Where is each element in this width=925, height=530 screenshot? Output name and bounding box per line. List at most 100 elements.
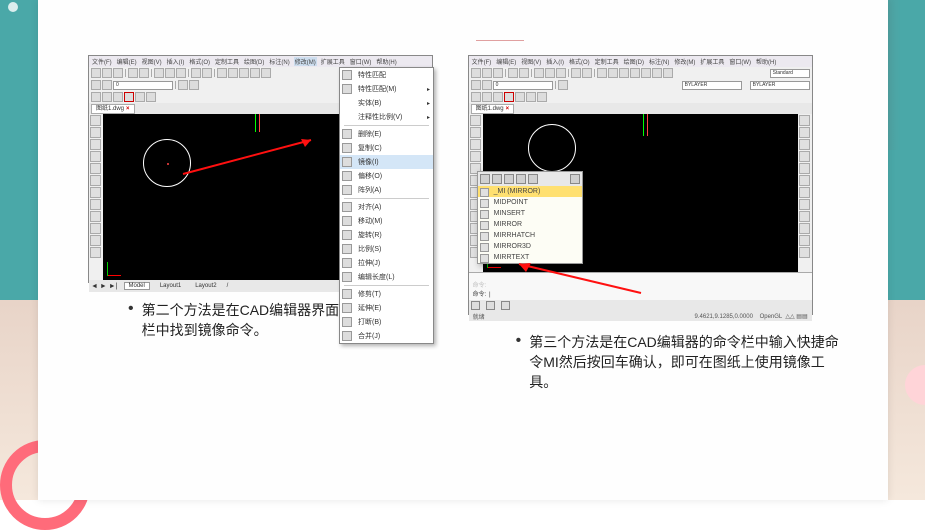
dropdown-item[interactable]: 比例(S) [340,242,433,256]
autocomplete-item[interactable]: _MI (MIRROR) [478,186,582,197]
menu-custom[interactable]: 定制工具 [594,57,620,66]
tool-icon[interactable] [493,92,503,102]
tool-icon[interactable] [663,68,673,78]
extend-icon[interactable] [799,223,810,234]
close-icon[interactable] [570,174,580,184]
menu-ext[interactable]: 扩展工具 [699,57,725,66]
file-tab[interactable]: 图纸1.dwg× [91,104,135,114]
dropdown-item[interactable]: 特性匹配 [340,68,433,82]
tool-icon[interactable] [102,92,112,102]
tool-icon[interactable] [217,68,227,78]
undo-icon[interactable] [191,68,201,78]
autocomplete-item[interactable]: MIRROR [478,219,582,230]
open-icon[interactable] [102,68,112,78]
rect-icon[interactable] [90,151,101,162]
erase-icon[interactable] [799,115,810,126]
autocomplete-item[interactable]: MIDPOINT [478,197,582,208]
menu-ext[interactable]: 扩展工具 [320,57,346,66]
menu-format[interactable]: 格式(O) [568,57,591,66]
layer-icon[interactable] [482,80,492,90]
tool-icon[interactable] [113,92,123,102]
save-icon[interactable] [113,68,123,78]
file-tab[interactable]: 图纸1.dwg× [471,104,515,114]
tool-icon[interactable] [597,68,607,78]
circle-icon[interactable] [470,139,481,150]
dropdown-item[interactable]: 修剪(T) [340,287,433,301]
trim-icon[interactable] [799,211,810,222]
tool-icon[interactable] [261,68,271,78]
mirror-icon[interactable] [799,139,810,150]
tool-icon[interactable] [228,68,238,78]
menu-dim[interactable]: 标注(N) [268,57,290,66]
arc-icon[interactable] [470,127,481,138]
dropdown-item[interactable]: 特性匹配(M)▸ [340,82,433,96]
menu-help[interactable]: 帮助(H) [375,57,397,66]
paste-icon[interactable] [176,68,186,78]
dropdown-item[interactable]: 注释性比例(V)▸ [340,110,433,124]
menu-dim[interactable]: 标注(N) [648,57,670,66]
menu-insert[interactable]: 插入(I) [545,57,565,66]
break-icon[interactable] [799,235,810,246]
paste-icon[interactable] [556,68,566,78]
move-icon[interactable] [799,175,810,186]
redo-icon[interactable] [202,68,212,78]
layout-tab[interactable]: Layout1 [156,283,185,289]
menu-file[interactable]: 文件(F) [471,57,493,66]
menu-edit[interactable]: 编辑(E) [116,57,138,66]
tool-icon[interactable] [124,92,134,102]
line-icon[interactable] [90,115,101,126]
ellipse-icon[interactable] [90,187,101,198]
tool-icon[interactable] [504,92,514,102]
tool-icon[interactable] [250,68,260,78]
preview-icon[interactable] [139,68,149,78]
text-icon[interactable] [90,211,101,222]
undo-icon[interactable] [571,68,581,78]
sort-icon[interactable] [516,174,526,184]
prop-icon[interactable] [558,80,568,90]
menu-modify[interactable]: 修改(M) [294,57,317,66]
tool-icon[interactable] [482,92,492,102]
print-icon[interactable] [508,68,518,78]
tool-icon[interactable] [515,92,525,102]
dropdown-item[interactable]: 编辑长度(L) [340,270,433,284]
tool-icon[interactable] [135,92,145,102]
line-icon[interactable] [470,115,481,126]
menu-custom[interactable]: 定制工具 [214,57,240,66]
menu-bar[interactable]: 文件(F) 编辑(E) 视图(V) 插入(I) 格式(O) 定制工具 绘图(D)… [89,56,432,67]
menu-view[interactable]: 视图(V) [141,57,163,66]
tool-icon[interactable] [641,68,651,78]
filter-icon[interactable] [504,174,514,184]
menu-help[interactable]: 帮助(H) [755,57,777,66]
layout-tab[interactable]: Layout2 [191,283,220,289]
dropdown-item[interactable]: 移动(M) [340,214,433,228]
new-icon[interactable] [471,68,481,78]
pin-icon[interactable] [528,174,538,184]
tool-icon[interactable] [471,92,481,102]
copy-icon[interactable] [545,68,555,78]
cut-icon[interactable] [154,68,164,78]
open-icon[interactable] [482,68,492,78]
tool-icon[interactable] [652,68,662,78]
redo-icon[interactable] [582,68,592,78]
dropdown-item[interactable]: 偏移(O) [340,169,433,183]
menu-draw[interactable]: 绘图(D) [243,57,265,66]
snap-icon[interactable] [471,301,480,310]
menu-format[interactable]: 格式(O) [188,57,211,66]
hatch-icon[interactable] [90,199,101,210]
layer-dropdown[interactable]: 0 [113,81,173,90]
autocomplete-item[interactable]: MIRROR3D [478,241,582,252]
dropdown-item[interactable]: 对齐(A) [340,200,433,214]
offset-icon[interactable] [799,151,810,162]
save-icon[interactable] [493,68,503,78]
dropdown-item[interactable]: 实体(B)▸ [340,96,433,110]
scale-icon[interactable] [799,199,810,210]
tool-icon[interactable] [537,92,547,102]
new-icon[interactable] [91,68,101,78]
copy-icon[interactable] [799,127,810,138]
dropdown-item[interactable]: 旋转(R) [340,228,433,242]
polyline-icon[interactable] [90,163,101,174]
dropdown-item[interactable]: 镜像(I) [340,155,433,169]
dropdown-item[interactable]: 拉伸(J) [340,256,433,270]
dropdown-item[interactable]: 阵列(A) [340,183,433,197]
menu-modify[interactable]: 修改(M) [673,57,696,66]
